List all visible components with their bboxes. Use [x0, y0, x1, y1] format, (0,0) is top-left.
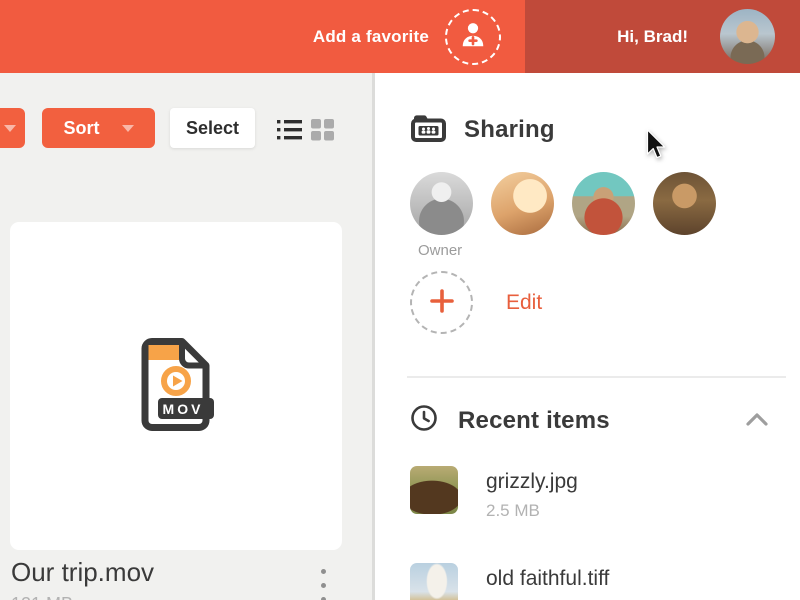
files-panel: Sort Select MOV Our trip.mov	[0, 73, 375, 600]
recent-item-name: grizzly.jpg	[486, 470, 578, 493]
user-avatar[interactable]	[720, 9, 775, 64]
grid-view-button[interactable]	[311, 119, 335, 144]
recent-item[interactable]: old faithful.tiff 5.2 MB	[410, 563, 800, 600]
svg-text:MOV: MOV	[163, 401, 204, 417]
topbar-left-section: Add a favorite	[0, 0, 525, 73]
recent-item-size: 2.5 MB	[486, 501, 540, 520]
member-avatar[interactable]	[653, 172, 716, 235]
recent-item-name: old faithful.tiff	[486, 567, 610, 590]
recent-item-text: old faithful.tiff 5.2 MB	[486, 563, 609, 600]
recent-item[interactable]: grizzly.jpg 2.5 MB	[410, 466, 800, 521]
member-avatar[interactable]	[572, 172, 635, 235]
member	[653, 172, 716, 235]
select-button[interactable]: Select	[170, 108, 255, 148]
add-favorite-label: Add a favorite	[312, 26, 429, 46]
greeting-text: Hi, Brad!	[617, 26, 688, 46]
files-toolbar: Sort Select	[0, 108, 372, 148]
recent-items-header: Recent items	[410, 404, 800, 437]
recent-items-title: Recent items	[458, 406, 610, 434]
caret-down-icon	[4, 124, 16, 132]
member	[491, 172, 554, 235]
sharing-title: Sharing	[464, 116, 555, 143]
person-plus-icon	[458, 20, 488, 53]
file-size: 121 MB	[11, 594, 372, 600]
select-button-label: Select	[185, 117, 240, 138]
file-card[interactable]: MOV	[10, 222, 342, 550]
recent-item-text: grizzly.jpg 2.5 MB	[486, 466, 578, 521]
topbar: Add a favorite Hi, Brad!	[0, 0, 800, 73]
member-avatar-owner[interactable]	[410, 172, 473, 235]
file-meta-row: Our trip.mov 121 MB	[11, 557, 372, 600]
add-favorite-button[interactable]	[445, 8, 501, 65]
caret-down-icon	[121, 124, 134, 132]
sharing-actions: Edit	[410, 271, 800, 334]
file-menu-button[interactable]	[321, 569, 326, 600]
chevron-up-icon	[746, 412, 768, 429]
list-view-icon	[277, 120, 302, 144]
section-divider	[407, 376, 786, 378]
member-avatar[interactable]	[491, 172, 554, 235]
plus-icon	[429, 288, 455, 317]
clock-icon	[410, 404, 438, 437]
sharing-panel: Sharing Owner Edit Recent items grizzly.…	[375, 73, 800, 600]
grid-view-icon	[311, 119, 335, 144]
owner-label: Owner	[418, 242, 463, 259]
sort-button[interactable]: Sort	[42, 108, 155, 148]
topbar-right-section: Hi, Brad!	[525, 0, 800, 73]
filter-button-partial[interactable]	[0, 108, 25, 148]
collapse-section-button[interactable]	[746, 412, 768, 429]
folder-people-icon	[410, 112, 447, 148]
file-name: Our trip.mov	[11, 557, 155, 587]
mov-file-icon: MOV	[136, 337, 216, 436]
old-faithful-thumbnail	[410, 563, 458, 600]
sharing-header: Sharing	[410, 112, 800, 148]
list-view-button[interactable]	[277, 119, 302, 144]
sharing-members: Owner	[410, 172, 800, 259]
member-owner: Owner	[410, 172, 473, 259]
member	[572, 172, 635, 235]
edit-link[interactable]: Edit	[506, 291, 542, 315]
sort-button-label: Sort	[63, 117, 100, 138]
main-content: Sort Select MOV Our trip.mov Sharing Own…	[0, 73, 800, 600]
add-member-button[interactable]	[410, 271, 473, 334]
grizzly-thumbnail	[410, 466, 458, 514]
